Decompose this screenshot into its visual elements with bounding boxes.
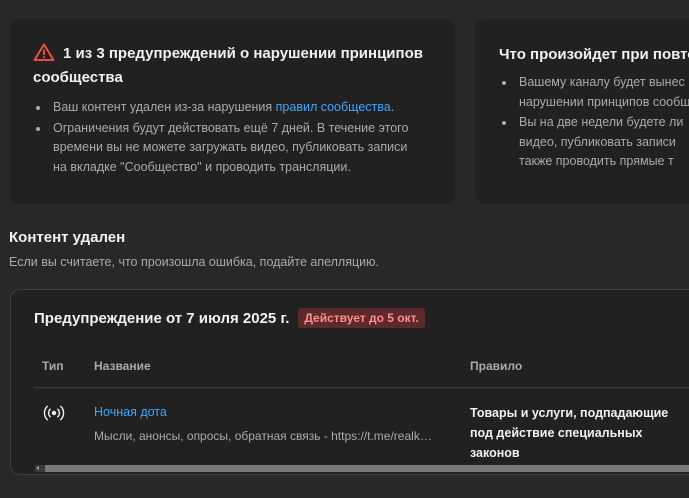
- content-removed-heading: Контент удален: [9, 229, 126, 246]
- appeal-hint: Если вы считаете, что произошла ошибка, …: [9, 255, 379, 269]
- strike-details-list: Ваш контент удален из-за нарушения прави…: [33, 98, 433, 177]
- header-divider: [34, 387, 689, 388]
- video-description: Мысли, анонсы, опросы, обратная связь - …: [94, 429, 432, 443]
- column-header-name: Название: [94, 359, 151, 373]
- scroll-left-arrow-icon[interactable]: [36, 466, 39, 470]
- warning-date-title: Предупреждение от 7 июля 2025 г.: [34, 309, 290, 327]
- next-strike-title: Что произойдет при повтор: [499, 46, 689, 63]
- community-guidelines-link[interactable]: правил сообщества: [276, 100, 391, 114]
- next-strike-card: Что произойдет при повтор Вашему каналу …: [475, 19, 689, 204]
- strike-summary-title: 1 из 3 предупреждений о нарушении принци…: [33, 43, 423, 86]
- list-item: Ваш контент удален из-за нарушения прави…: [33, 98, 433, 118]
- column-header-type: Тип: [42, 359, 64, 373]
- next-strike-list: Вашему каналу будет вынес нарушении прин…: [499, 73, 689, 172]
- list-item: Ограничения будут действовать ещё 7 дней…: [33, 119, 433, 178]
- horizontal-scrollbar[interactable]: [35, 465, 689, 472]
- strike-summary-card: 1 из 3 предупреждений о нарушении принци…: [10, 19, 455, 204]
- violated-rule: Товары и услуги, подпадающие под действи…: [470, 406, 669, 460]
- warning-panel-header: Предупреждение от 7 июля 2025 г. Действу…: [34, 308, 425, 328]
- status-badge: Действует до 5 окт.: [298, 308, 425, 328]
- warning-panel: Предупреждение от 7 июля 2025 г. Действу…: [10, 289, 689, 475]
- warning-triangle-icon: [33, 43, 55, 61]
- list-item: Вы на две недели будете ли видео, публик…: [499, 113, 689, 172]
- page: 1 из 3 предупреждений о нарушении принци…: [0, 0, 689, 498]
- list-item: Вашему каналу будет вынес нарушении прин…: [499, 73, 689, 112]
- live-broadcast-icon: [42, 403, 66, 423]
- scrollbar-thumb[interactable]: [45, 465, 689, 472]
- column-header-rule: Правило: [470, 359, 523, 373]
- video-title-link[interactable]: Ночная дота: [94, 405, 167, 419]
